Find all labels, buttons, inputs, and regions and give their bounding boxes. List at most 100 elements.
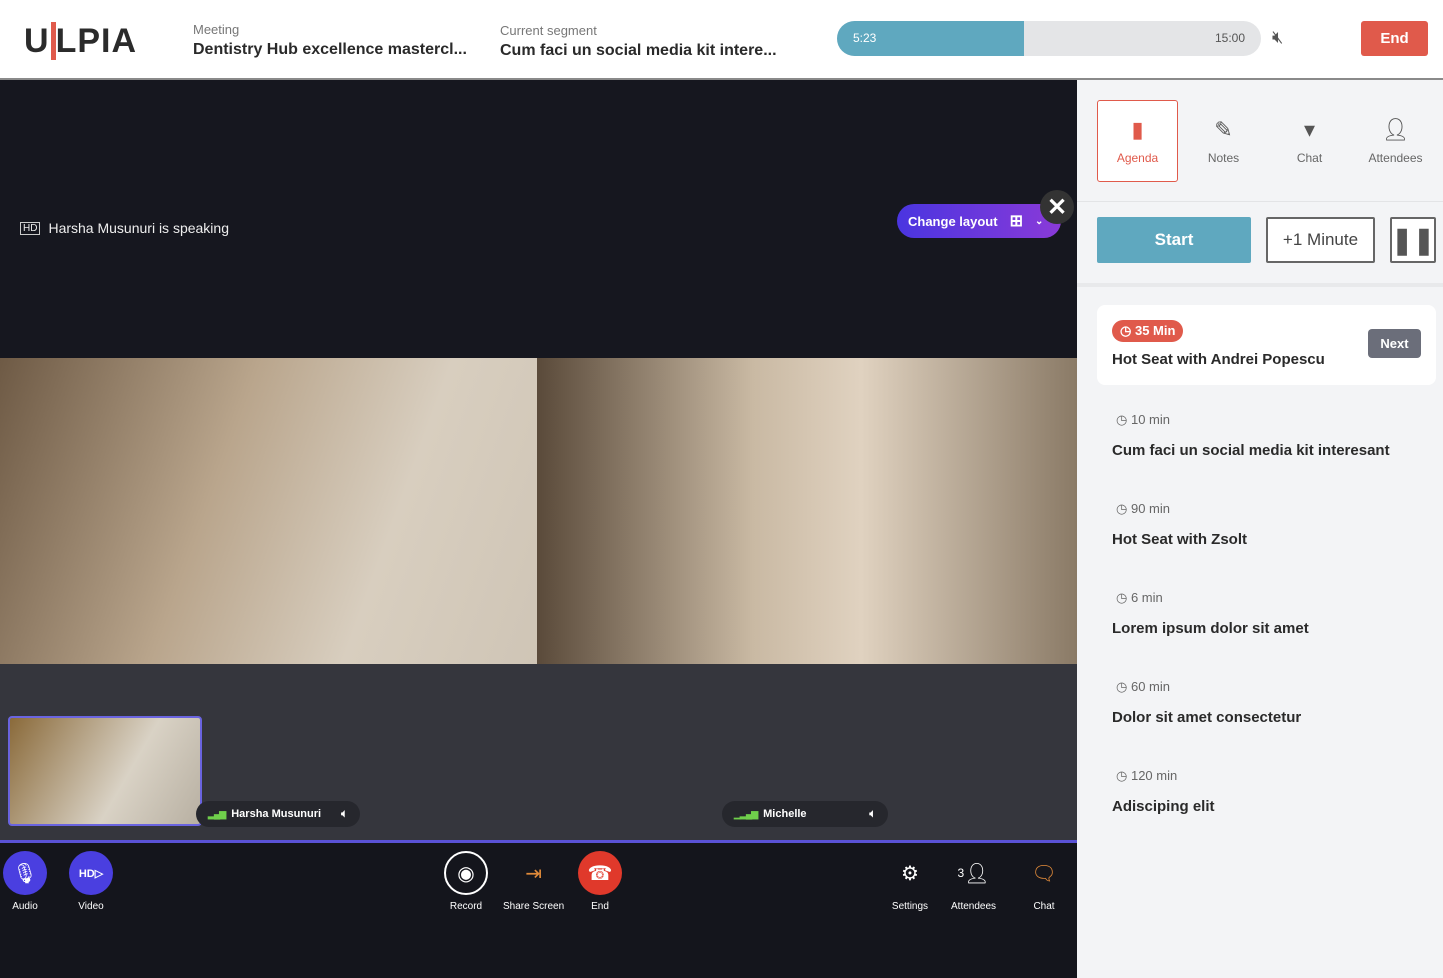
self-video-thumbnail	[8, 716, 202, 826]
video-label: Video	[78, 901, 104, 912]
users-icon: 👤︎	[1381, 117, 1410, 142]
grid-icon: ⊞	[1009, 213, 1023, 230]
end-meeting-button[interactable]: End	[1361, 21, 1428, 56]
agenda-item[interactable]: ◷ 120 min Adisciping elit	[1112, 768, 1215, 815]
speaking-indicator: HD Harsha Musunuri is speaking	[20, 220, 229, 236]
participant-label: ▂▄▆ Harsha Musunuri 🔈︎	[196, 801, 360, 827]
clock-icon: ◷	[1120, 323, 1135, 338]
change-layout-label: Change layout	[908, 213, 998, 229]
signal-icon: ▂▄▆	[208, 808, 226, 819]
gear-icon: ⚙︎	[901, 862, 919, 885]
clock-icon: ◷	[1116, 768, 1131, 783]
video-area: HD Harsha Musunuri is speaking Change la…	[0, 80, 1077, 840]
attendees-button[interactable]: 3 👤︎ Attendees	[951, 851, 997, 913]
meeting-info: Meeting Dentistry Hub excellence masterc…	[193, 22, 467, 59]
segment-label: Current segment	[500, 23, 597, 38]
record-button[interactable]: ◉ Record	[444, 851, 488, 912]
close-icon[interactable]: ✕	[1040, 190, 1074, 224]
mute-icon[interactable]: 🔇︎	[1272, 27, 1283, 48]
end-call-button[interactable]: ☎︎ End	[578, 851, 622, 912]
duration: 35 Min	[1134, 323, 1176, 338]
participant-name: Harsha Musunuri	[231, 808, 322, 820]
participant-name: Michelle	[763, 808, 807, 820]
pencil-icon: ✎	[1214, 117, 1233, 142]
chat-label: Chat	[1033, 901, 1055, 912]
record-label: Record	[449, 901, 483, 912]
start-button[interactable]: Start	[1097, 217, 1251, 263]
agenda-title: Dolor sit amet consectetur	[1112, 709, 1302, 726]
chat-icon: ▾	[1303, 117, 1316, 142]
video-tile-harsha	[0, 358, 537, 664]
hd-camera-icon: HD▷	[69, 851, 113, 895]
tab-agenda[interactable]: ▮ Agenda	[1097, 100, 1178, 182]
duration-text: 60 min	[1130, 679, 1170, 694]
duration-text: 120 min	[1130, 768, 1178, 783]
agenda-item[interactable]: ◷ 6 min Lorem ipsum dolor sit amet	[1112, 590, 1309, 637]
duration: ◷ 10 min	[1116, 412, 1390, 428]
tab-label: Attendees	[1368, 151, 1423, 165]
phone-hangup-icon: ☎︎	[578, 851, 622, 895]
attendee-count: 3	[957, 866, 965, 880]
meeting-title: Dentistry Hub excellence mastercl...	[193, 41, 467, 58]
video-button[interactable]: HD▷ Video	[69, 851, 113, 912]
divider	[1077, 283, 1443, 287]
elapsed-time: 5:23	[853, 31, 877, 45]
segment-progress-bar: 5:23 15:00	[837, 21, 1261, 56]
top-bar: U LPIA Meeting Dentistry Hub excellence m…	[0, 0, 1443, 80]
segment-title: Cum faci un social media kit intere...	[500, 42, 777, 59]
speaker-icon[interactable]: 🔈︎	[341, 808, 348, 821]
control-bar: 🎙︎ Audio HD▷ Video ◉ Record ⇥ Share Screen ☎…	[0, 840, 1077, 978]
clock-icon: ◷	[1116, 412, 1131, 427]
clock-icon: ◷	[1116, 679, 1131, 694]
agenda-title: Hot Seat with Zsolt	[1112, 531, 1247, 548]
participant-label: ▁▂▄▆ Michelle 🔈︎	[722, 801, 888, 827]
audio-label: Audio	[12, 901, 38, 912]
share-label: Share Screen	[503, 901, 565, 912]
end-label: End	[591, 901, 609, 912]
notebook-icon: ▮	[1131, 117, 1144, 142]
agenda-item[interactable]: ◷ 60 min Dolor sit amet consectetur	[1112, 679, 1301, 726]
duration: ◷ 6 min	[1116, 590, 1309, 606]
pause-button[interactable]: ❚❚	[1390, 217, 1436, 263]
agenda-sidebar: ▮ Agenda ✎ Notes ▾ Chat 👤︎ Attendees Start +…	[1077, 80, 1443, 978]
hd-camera-icon: HD	[20, 221, 41, 235]
tab-notes[interactable]: ✎ Notes	[1183, 100, 1264, 182]
agenda-title: Lorem ipsum dolor sit amet	[1112, 620, 1309, 637]
clock-icon: ◷	[1116, 501, 1131, 516]
plus-minute-button[interactable]: +1 Minute	[1266, 217, 1375, 263]
tab-label: Notes	[1207, 151, 1240, 165]
chat-button[interactable]: 🗨︎ Chat	[1022, 851, 1066, 913]
record-icon: ◉	[444, 851, 488, 895]
user-icon: 3 👤︎	[957, 862, 990, 885]
audio-button[interactable]: 🎙︎ Audio	[3, 851, 47, 912]
agenda-title: Cum faci un social media kit interesant	[1112, 442, 1390, 459]
agenda-item[interactable]: ◷ 10 min Cum faci un social media kit int…	[1112, 412, 1390, 459]
settings-button[interactable]: ⚙︎ Settings	[888, 851, 932, 913]
change-layout-button[interactable]: Change layout ⊞ ⌄	[897, 204, 1061, 238]
video-tile-michelle	[537, 358, 1077, 664]
duration-text: 10 min	[1130, 412, 1170, 427]
settings-label: Settings	[891, 901, 929, 912]
tab-attendees[interactable]: 👤︎ Attendees	[1355, 100, 1436, 182]
duration-text: 6 min	[1130, 590, 1163, 605]
self-view-area: ▂▄▆ Harsha Musunuri 🔈︎ ▁▂▄▆ Michelle 🔈︎	[0, 664, 1077, 840]
tab-chat[interactable]: ▾ Chat	[1269, 100, 1350, 182]
share-screen-icon: ⇥	[525, 862, 542, 885]
attendees-label: Attendees	[951, 901, 997, 912]
meeting-label: Meeting	[193, 22, 240, 37]
speaker-icon[interactable]: 🔈︎	[869, 808, 876, 821]
next-button[interactable]: Next	[1368, 329, 1421, 358]
chevron-down-icon: ⌄	[1034, 215, 1044, 227]
agenda-title: Hot Seat with Andrei Popescu	[1112, 351, 1325, 368]
tab-label: Agenda	[1116, 151, 1159, 165]
speaking-text: Harsha Musunuri is speaking	[48, 220, 229, 236]
duration-text: 90 min	[1130, 501, 1170, 516]
current-agenda-item[interactable]: ◷ 35 Min Hot Seat with Andrei Popescu Ne…	[1097, 305, 1436, 385]
logo: U LPIA	[24, 22, 138, 60]
segment-info: Current segment Cum faci un social media…	[500, 23, 777, 60]
duration-badge: ◷ 35 Min	[1112, 320, 1184, 342]
total-time: 15:00	[1214, 31, 1245, 45]
agenda-item[interactable]: ◷ 90 min Hot Seat with Zsolt	[1112, 501, 1247, 548]
share-screen-button[interactable]: ⇥ Share Screen	[503, 851, 565, 913]
tab-label: Chat	[1296, 151, 1323, 165]
